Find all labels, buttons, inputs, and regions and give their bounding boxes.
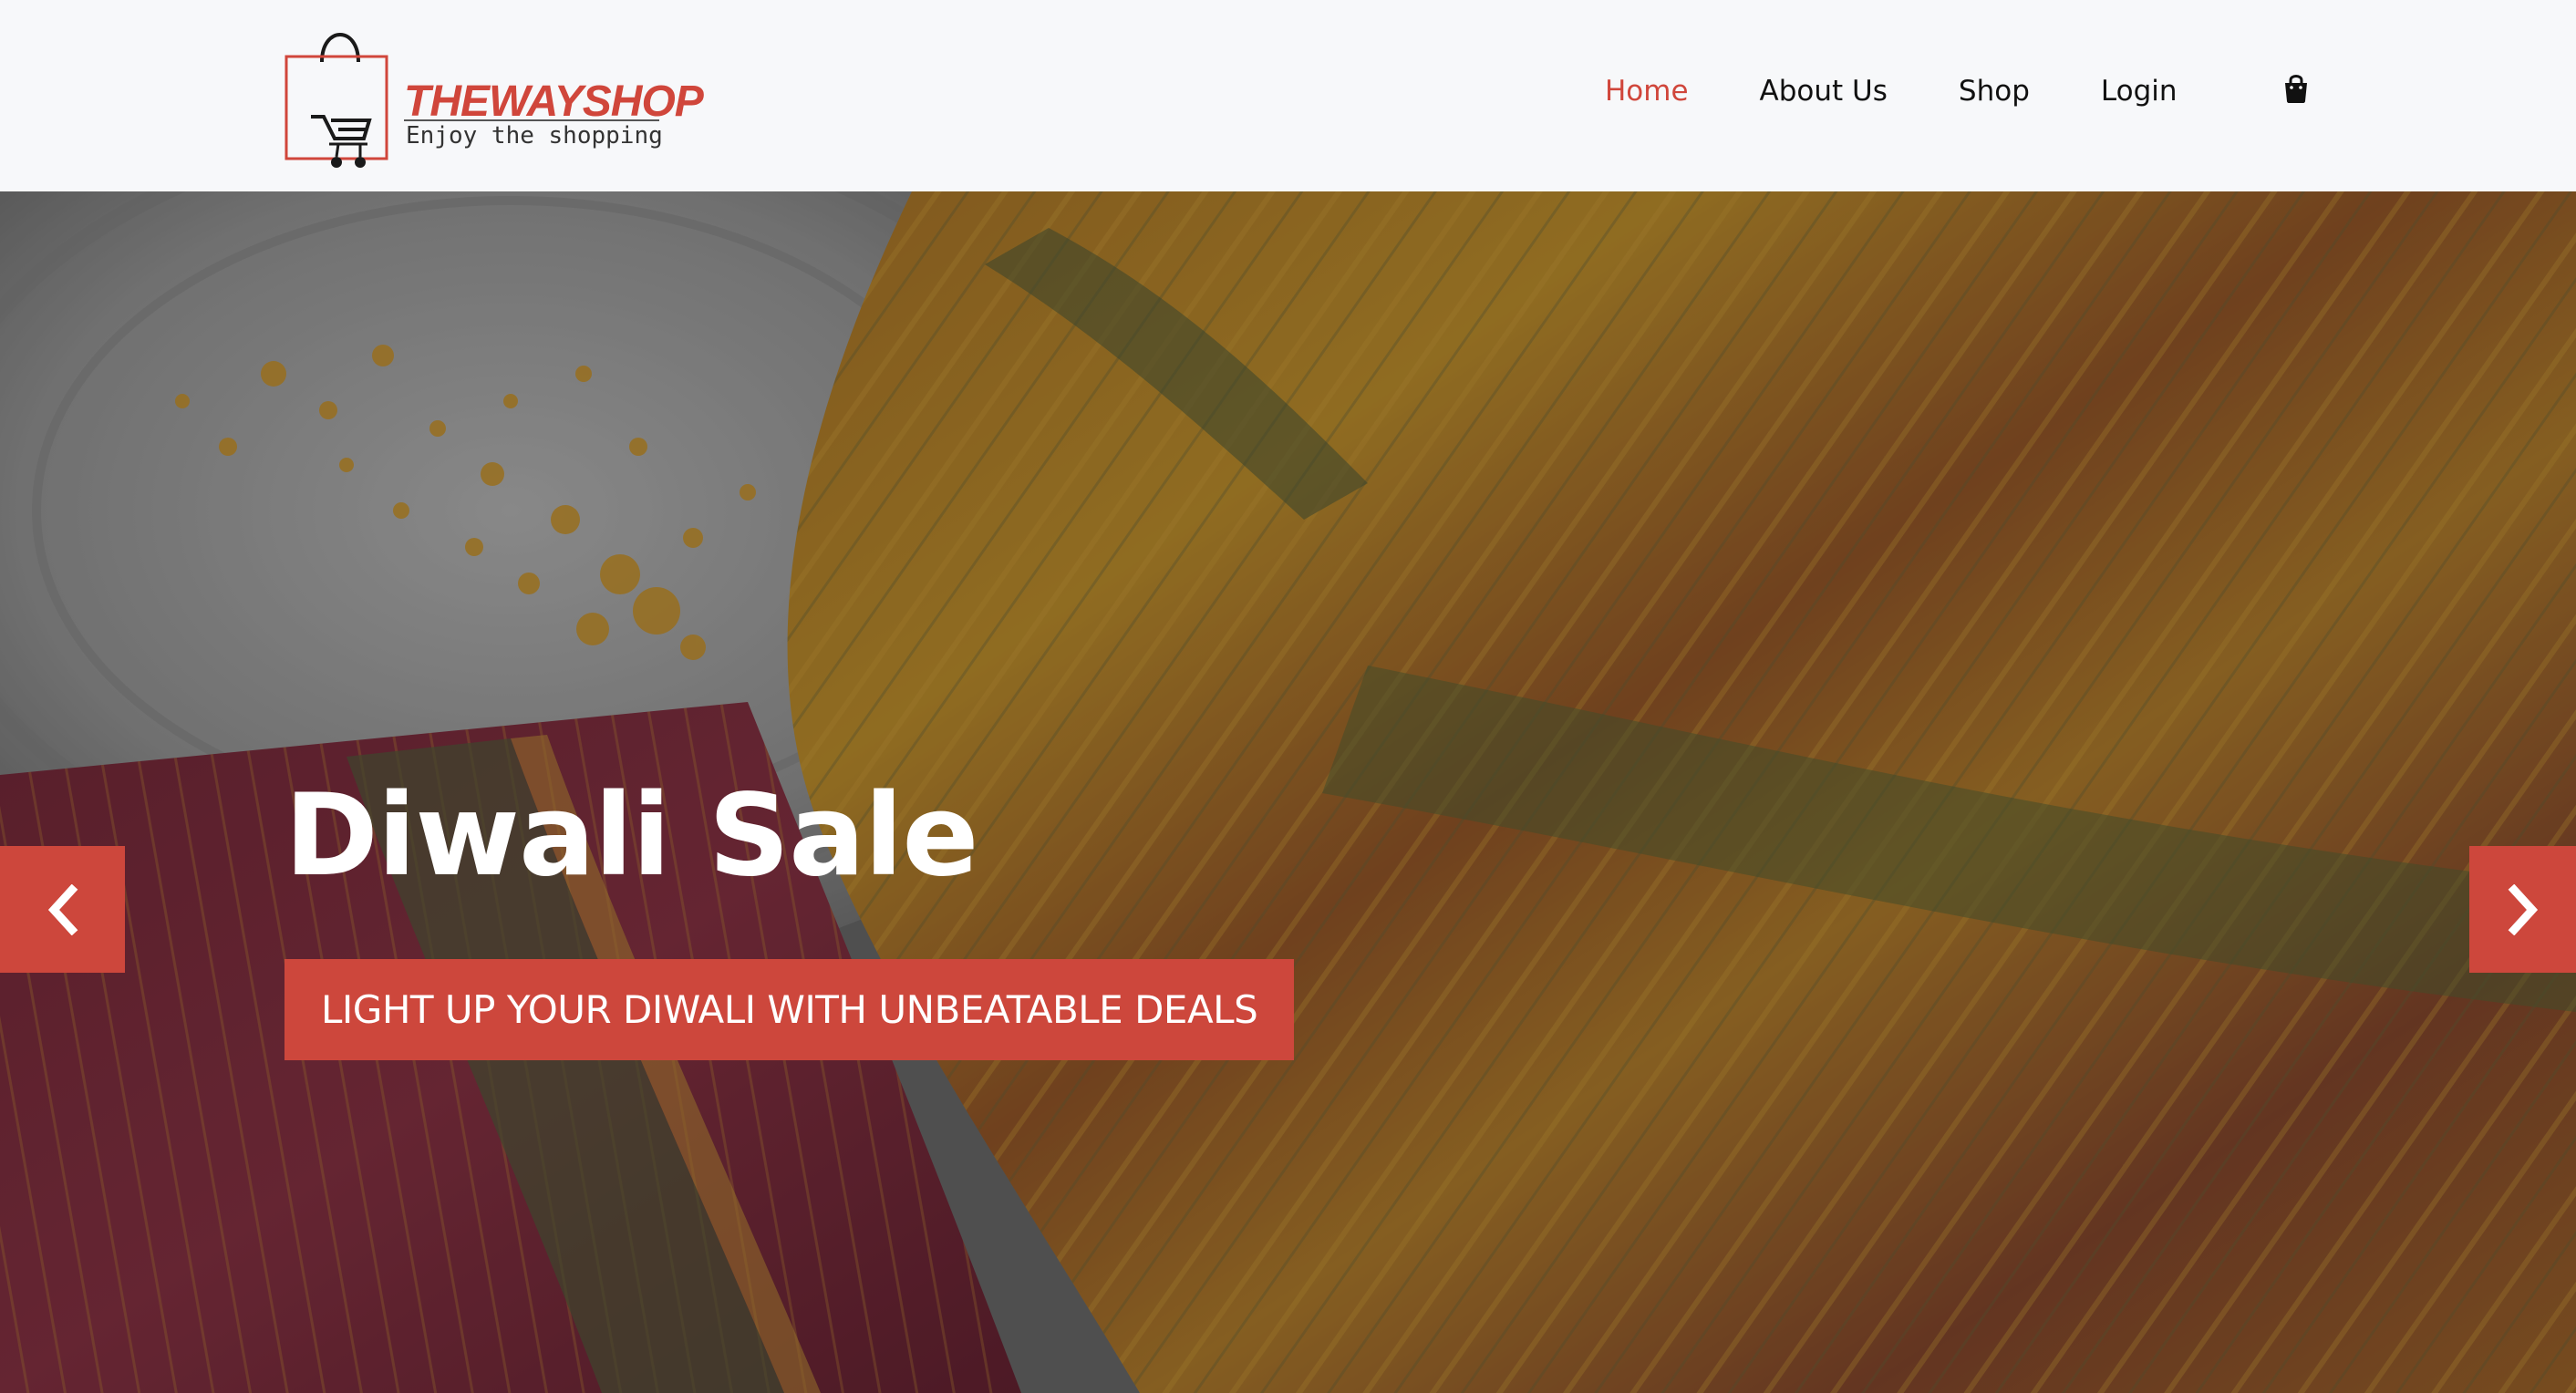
page: THEWAYSHOP Enjoy the shopping Home About… bbox=[0, 0, 2576, 1393]
nav-link-about-us[interactable]: About Us bbox=[1760, 69, 1888, 113]
nav-link-shop[interactable]: Shop bbox=[1959, 69, 2030, 113]
shopping-bag-logo-icon bbox=[284, 33, 388, 168]
nav-link-home[interactable]: Home bbox=[1605, 69, 1689, 113]
hero-title: Diwali Sale bbox=[284, 770, 978, 903]
hero-cta-button[interactable]: LIGHT UP YOUR DIWALI WITH UNBEATABLE DEA… bbox=[284, 959, 1295, 1060]
navbar: THEWAYSHOP Enjoy the shopping Home About… bbox=[0, 0, 2576, 191]
shopping-bag-icon[interactable] bbox=[2283, 73, 2309, 104]
slider-next-button[interactable] bbox=[2469, 846, 2576, 973]
brand-divider bbox=[404, 119, 659, 121]
brand-tagline: Enjoy the shopping bbox=[406, 122, 663, 150]
chevron-right-icon bbox=[2508, 883, 2538, 935]
nav-link-login[interactable]: Login bbox=[2101, 69, 2178, 113]
brand-logo[interactable]: THEWAYSHOP Enjoy the shopping bbox=[284, 18, 704, 173]
hero-slider: Diwali Sale LIGHT UP YOUR DIWALI WITH UN… bbox=[0, 191, 2576, 1393]
chevron-left-icon bbox=[47, 883, 78, 935]
slider-prev-button[interactable] bbox=[0, 846, 125, 973]
main-nav: Home About Us Shop Login bbox=[1605, 69, 2249, 113]
